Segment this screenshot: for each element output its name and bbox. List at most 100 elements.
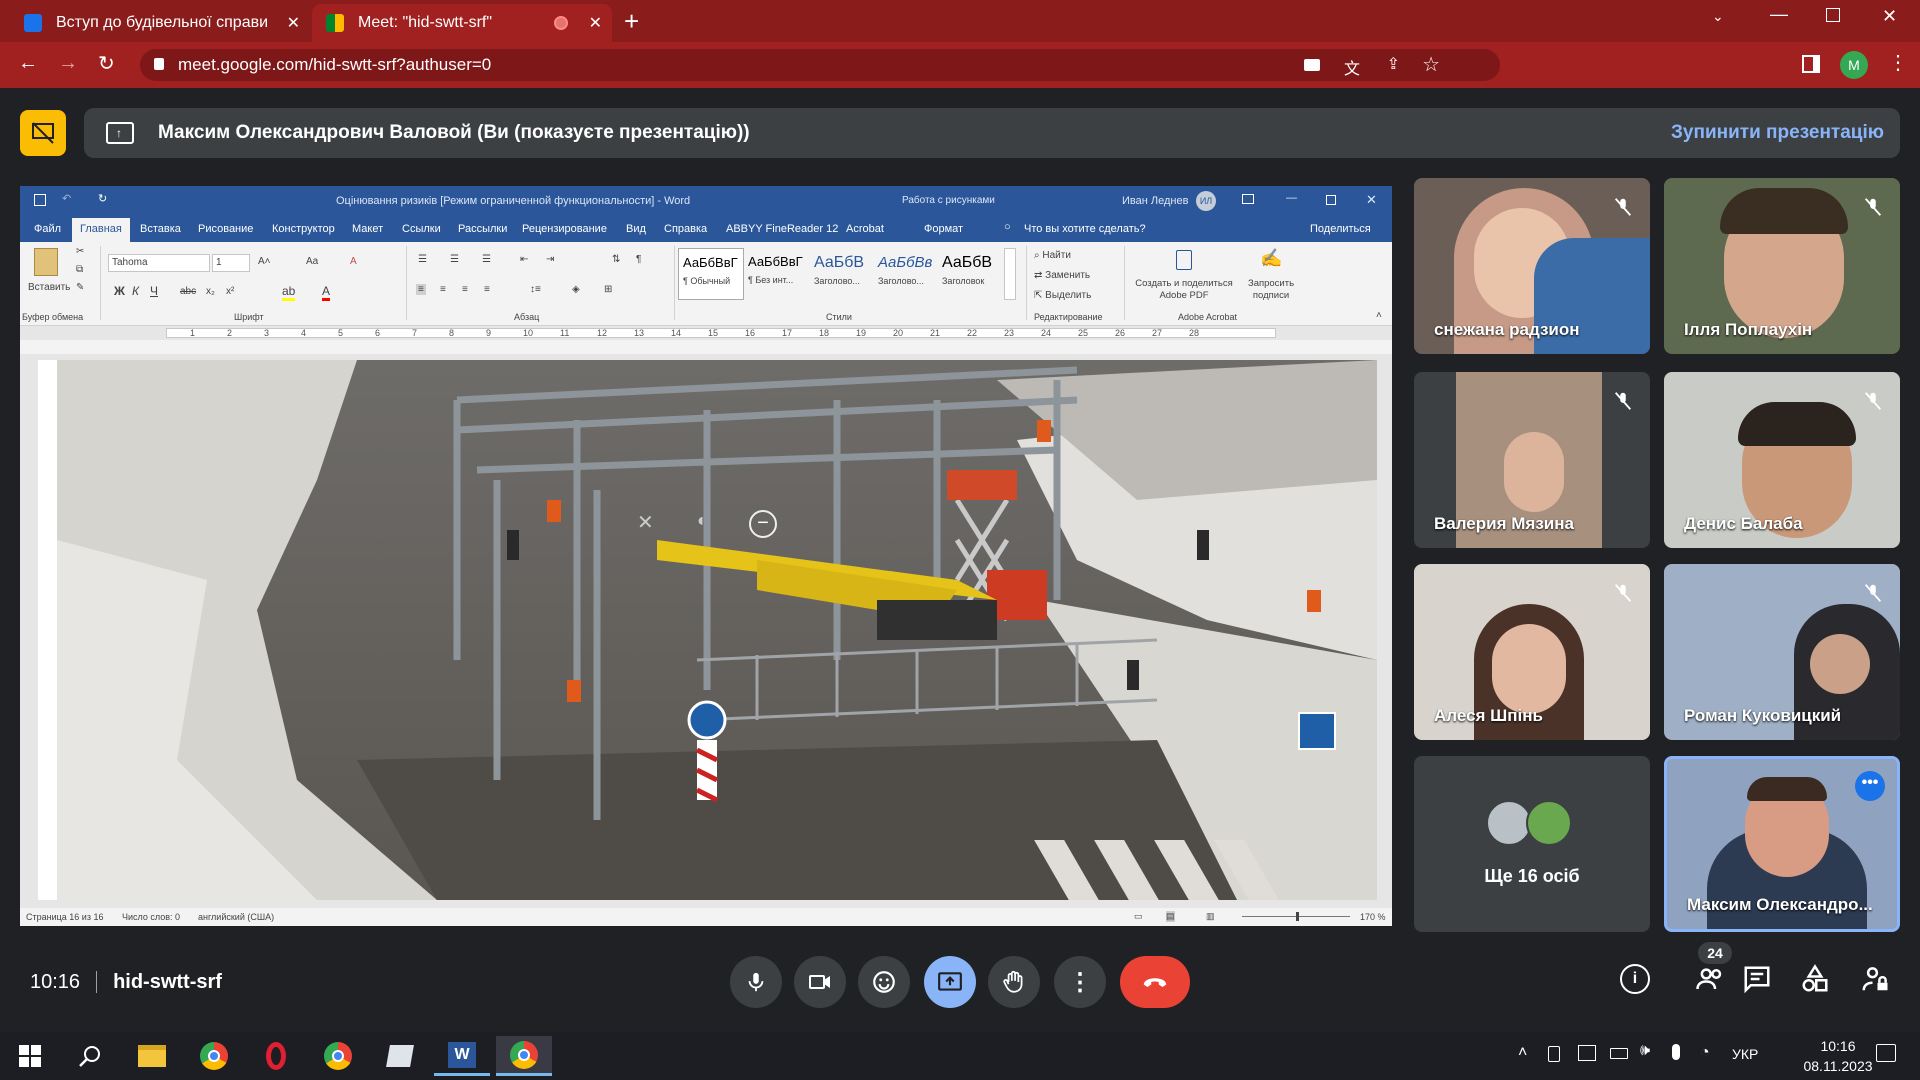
menu-home[interactable]: Главная — [72, 218, 130, 242]
close-button[interactable]: ✕ — [1366, 192, 1377, 208]
pin-off-icon[interactable]: ✕ — [637, 510, 654, 535]
chrome-menu-icon[interactable]: ⋮ — [1888, 50, 1908, 75]
select-button[interactable]: ⇱ Выделить — [1034, 290, 1091, 301]
superscript-icon[interactable]: x² — [226, 286, 234, 297]
present-now-button[interactable] — [924, 956, 976, 1008]
menu-references[interactable]: Ссылки — [402, 223, 441, 235]
bookmark-star-icon[interactable]: ☆ — [1422, 52, 1440, 77]
bullets-icon[interactable]: ☰ — [418, 254, 427, 265]
bold-icon[interactable]: Ж — [114, 284, 125, 298]
menu-layout[interactable]: Макет — [352, 223, 383, 235]
reactions-button[interactable] — [858, 956, 910, 1008]
presentation-mode-icon[interactable] — [20, 110, 66, 156]
change-case-icon[interactable]: Aa — [306, 256, 318, 267]
close-icon[interactable]: ✕ — [287, 13, 300, 33]
opera-button[interactable] — [248, 1036, 304, 1076]
replace-button[interactable]: ⇄ Заменить — [1034, 270, 1090, 281]
redo-icon[interactable]: ↻ — [98, 192, 107, 205]
chevron-up-icon[interactable]: ˄ — [1518, 1044, 1527, 1062]
participant-tile[interactable]: Роман Куковицкий — [1664, 564, 1900, 740]
host-controls-button[interactable] — [1860, 964, 1890, 999]
minimize-button[interactable]: — — [1286, 192, 1297, 204]
font-color-icon[interactable]: A — [322, 284, 331, 301]
undo-icon[interactable]: ↶ — [62, 192, 71, 205]
notifications-icon[interactable] — [1876, 1044, 1896, 1062]
line-spacing-icon[interactable]: ↕≡ — [530, 284, 541, 295]
request-signatures-icon[interactable]: ✍ — [1260, 248, 1282, 269]
back-icon[interactable]: ← — [18, 52, 38, 75]
leave-call-button[interactable] — [1120, 956, 1190, 1008]
language-indicator[interactable]: УКР — [1732, 1046, 1758, 1062]
underline-icon[interactable]: Ч — [150, 284, 158, 298]
camera-icon[interactable] — [1304, 59, 1320, 71]
participant-tile[interactable]: снежана радзион — [1414, 178, 1650, 354]
more-participants-tile[interactable]: Ще 16 осіб — [1414, 756, 1650, 932]
strikethrough-icon[interactable]: abc — [180, 286, 196, 297]
justify-icon[interactable]: ≡ — [484, 284, 490, 295]
paste-icon[interactable] — [34, 248, 58, 276]
align-center-icon[interactable]: ≡ — [440, 284, 446, 295]
start-button[interactable] — [2, 1036, 58, 1076]
more-options-button[interactable]: ⋮ — [1054, 956, 1106, 1008]
menu-insert[interactable]: Вставка — [140, 223, 181, 235]
participant-tile[interactable]: Ілля Поплаухін — [1664, 178, 1900, 354]
microphone-button[interactable] — [730, 956, 782, 1008]
create-pdf-icon[interactable] — [1176, 250, 1192, 270]
tab-search-icon[interactable]: ⌄ — [1712, 8, 1724, 25]
menu-design[interactable]: Конструктор — [272, 223, 335, 235]
close-window-button[interactable]: ✕ — [1882, 6, 1897, 27]
word-button[interactable]: W — [434, 1036, 490, 1076]
more-options-icon[interactable]: ••• — [1855, 771, 1885, 801]
minimize-button[interactable]: — — [1770, 4, 1788, 25]
chrome-profile-button[interactable] — [310, 1036, 366, 1076]
collapse-ribbon-icon[interactable]: ˄ — [1376, 310, 1382, 321]
camera-button[interactable] — [794, 956, 846, 1008]
numbering-icon[interactable]: ☰ — [450, 254, 459, 265]
cut-icon[interactable]: ✂ — [76, 246, 84, 257]
tell-me-search[interactable]: Что вы хотите сделать? — [1024, 223, 1146, 235]
shading-icon[interactable]: ◈ — [572, 284, 580, 295]
web-layout-icon[interactable]: ▥ — [1206, 911, 1215, 922]
menu-review[interactable]: Рецензирование — [522, 223, 607, 235]
chrome-button[interactable] — [186, 1036, 242, 1076]
chrome-active-button[interactable] — [496, 1036, 552, 1076]
decrease-indent-icon[interactable]: ⇤ — [520, 254, 528, 265]
people-button[interactable]: 24 — [1694, 942, 1732, 999]
find-button[interactable]: ⌕ Найти — [1034, 250, 1071, 261]
tab-course[interactable]: Вступ до будівельної справи ✕ — [10, 4, 310, 42]
styles-scroll[interactable] — [1004, 248, 1016, 300]
zoom-level[interactable]: 170 % — [1360, 912, 1386, 922]
style-heading-2[interactable]: АаБбВв Заголово... — [874, 248, 938, 300]
display-icon[interactable] — [1578, 1045, 1596, 1061]
read-mode-icon[interactable]: ▭ — [1134, 911, 1143, 922]
mute-off-icon[interactable]: ◐ — [697, 510, 708, 531]
font-size-select[interactable]: 1 — [212, 254, 250, 272]
share-button[interactable]: Поделиться — [1310, 223, 1371, 235]
borders-icon[interactable]: ⊞ — [604, 284, 612, 295]
clock[interactable]: 10:16 08.11.2023 — [1790, 1036, 1886, 1076]
reload-icon[interactable]: ↻ — [98, 51, 115, 76]
subscript-icon[interactable]: x₂ — [206, 286, 215, 297]
translate-icon[interactable]: 文 — [1344, 55, 1360, 79]
stop-presenting-button[interactable]: Зупинити презентацію — [1671, 122, 1884, 144]
share-icon[interactable]: ⇪ — [1387, 54, 1400, 74]
battery-icon[interactable] — [1610, 1048, 1628, 1059]
participant-tile[interactable]: Алеся Шпінь — [1414, 564, 1650, 740]
search-button[interactable] — [62, 1036, 118, 1076]
restore-button[interactable] — [1326, 195, 1336, 205]
activities-button[interactable] — [1800, 964, 1830, 999]
copy-icon[interactable]: ⧉ — [76, 264, 83, 275]
style-no-spacing[interactable]: АаБбВвГ ¶ Без инт... — [744, 248, 810, 300]
menu-draw[interactable]: Рисование — [198, 223, 253, 235]
font-name-select[interactable]: Tahoma — [108, 254, 210, 272]
print-layout-icon[interactable]: ▤ — [1166, 911, 1175, 922]
device-icon[interactable] — [1548, 1046, 1560, 1062]
url-bar[interactable]: meet.google.com/hid-swtt-srf?authuser=0 … — [140, 49, 1500, 81]
align-left-icon[interactable]: ≡ — [416, 284, 426, 295]
side-panel-icon[interactable] — [1802, 55, 1820, 73]
participant-tile[interactable]: Денис Балаба — [1664, 372, 1900, 548]
grow-font-icon[interactable]: A˄ — [258, 256, 271, 267]
volume-icon[interactable]: 🕪 — [1640, 1042, 1650, 1060]
menu-format[interactable]: Формат — [924, 223, 963, 235]
paste-label[interactable]: Вставить — [28, 282, 70, 293]
